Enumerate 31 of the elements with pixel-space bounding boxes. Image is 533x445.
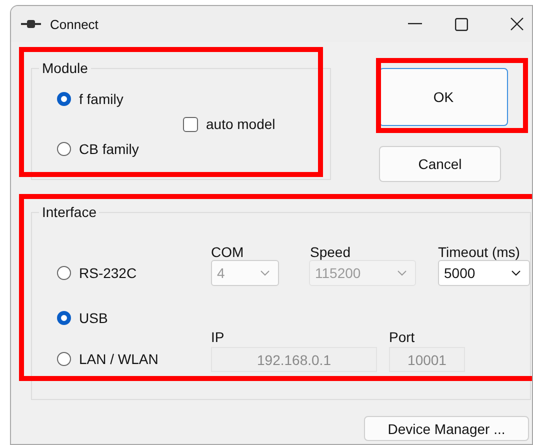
chevron-down-icon bbox=[511, 270, 521, 276]
radio-button[interactable] bbox=[57, 142, 71, 156]
radio-button[interactable] bbox=[57, 352, 71, 366]
checkbox-label[interactable]: auto model bbox=[206, 116, 276, 132]
radio-button[interactable] bbox=[57, 311, 71, 325]
radio-button[interactable] bbox=[57, 266, 71, 280]
close-icon[interactable] bbox=[510, 17, 524, 31]
radio-label[interactable]: RS-232C bbox=[79, 265, 137, 281]
ok-button[interactable]: OK bbox=[379, 68, 508, 126]
window-title: Connect bbox=[50, 16, 98, 32]
radio-label[interactable]: LAN / WLAN bbox=[79, 351, 158, 367]
group-label: Interface bbox=[39, 204, 100, 220]
field-label: Timeout (ms) bbox=[438, 244, 521, 260]
field-label: COM bbox=[211, 244, 245, 260]
timeout-dropdown[interactable]: 5000 bbox=[438, 260, 530, 286]
cancel-button[interactable]: Cancel bbox=[379, 146, 501, 182]
radio-button[interactable] bbox=[57, 92, 71, 106]
minimize-icon[interactable] bbox=[408, 23, 422, 25]
maximize-icon[interactable] bbox=[455, 18, 468, 30]
field-label: Speed bbox=[310, 244, 352, 260]
plug-icon bbox=[21, 20, 41, 28]
radio-label[interactable]: CB family bbox=[79, 141, 139, 157]
chevron-down-icon bbox=[260, 270, 270, 276]
radio-label[interactable]: USB bbox=[79, 310, 108, 326]
group-label: Module bbox=[39, 60, 91, 76]
chevron-down-icon bbox=[397, 270, 407, 276]
field-label: Port bbox=[389, 328, 415, 346]
device-manager-button[interactable]: Device Manager ... bbox=[364, 416, 529, 441]
checkbox[interactable] bbox=[183, 116, 198, 132]
radio-label[interactable]: f family bbox=[79, 91, 124, 107]
field-label: IP bbox=[211, 328, 224, 346]
